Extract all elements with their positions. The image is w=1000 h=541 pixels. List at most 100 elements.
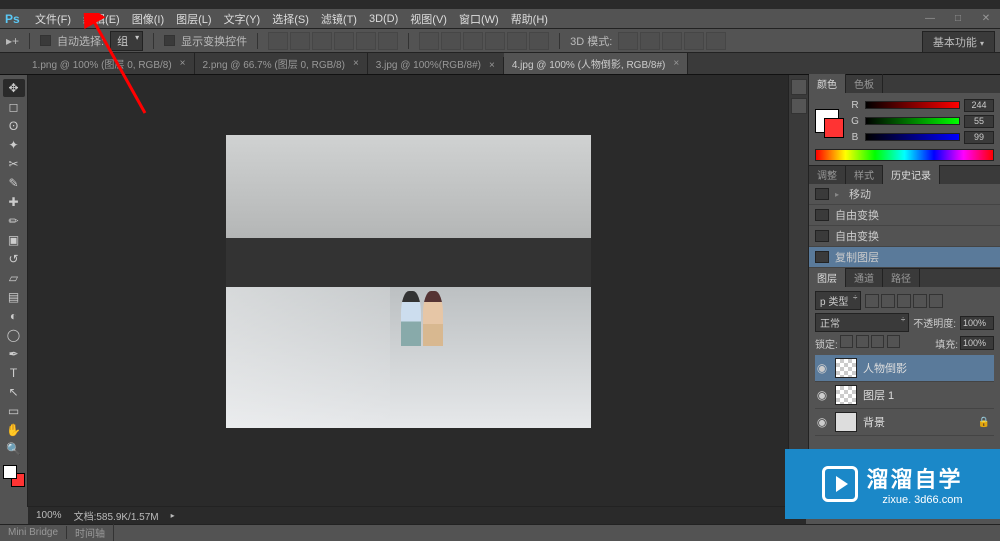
show-transform-checkbox[interactable]	[164, 35, 175, 46]
dock-icon[interactable]	[791, 98, 807, 114]
mode3d-icon[interactable]	[618, 32, 638, 50]
doc-tab-3[interactable]: 3.jpg @ 100%(RGB/8#)×	[368, 57, 504, 74]
visibility-toggle-icon[interactable]: ◉	[815, 415, 829, 429]
b-value[interactable]: 99	[964, 131, 994, 144]
healing-brush-tool[interactable]: ✚	[3, 193, 25, 211]
lock-position-icon[interactable]	[871, 335, 884, 348]
path-tool[interactable]: ↖	[3, 383, 25, 401]
marquee-tool[interactable]: ◻	[3, 98, 25, 116]
layer-thumbnail[interactable]	[835, 385, 857, 405]
layer-name[interactable]: 图层 1	[863, 387, 894, 403]
b-slider[interactable]	[865, 133, 960, 141]
color-preview-swatch[interactable]	[815, 109, 839, 133]
tab-history[interactable]: 历史记录	[883, 165, 940, 184]
align-icon[interactable]	[312, 32, 332, 50]
history-brush-tool[interactable]: ↺	[3, 250, 25, 268]
menu-3d[interactable]: 3D(D)	[363, 11, 404, 27]
distribute-icon[interactable]	[529, 32, 549, 50]
maximize-icon[interactable]: □	[944, 10, 972, 28]
pen-tool[interactable]: ✒	[3, 345, 25, 363]
layer-item[interactable]: ◉ 图层 1	[815, 382, 994, 409]
tab-color[interactable]: 颜色	[809, 74, 846, 93]
mode3d-icon[interactable]	[684, 32, 704, 50]
g-value[interactable]: 55	[964, 115, 994, 128]
layer-name[interactable]: 背景	[863, 414, 885, 430]
filter-icon[interactable]	[881, 294, 895, 308]
tab-close-icon[interactable]: ×	[673, 58, 679, 69]
menu-image[interactable]: 图像(I)	[126, 9, 170, 29]
menu-file[interactable]: 文件(F)	[29, 9, 77, 29]
dodge-tool[interactable]: ◯	[3, 326, 25, 344]
menu-type[interactable]: 文字(Y)	[218, 9, 267, 29]
filter-icon[interactable]	[929, 294, 943, 308]
tab-layers[interactable]: 图层	[809, 268, 846, 287]
layer-thumbnail[interactable]	[835, 358, 857, 378]
mode3d-icon[interactable]	[662, 32, 682, 50]
align-icon[interactable]	[378, 32, 398, 50]
tab-timeline[interactable]: 时间轴	[67, 524, 114, 541]
blur-tool[interactable]: ◐	[3, 307, 25, 325]
zoom-tool[interactable]: 🔍	[3, 440, 25, 458]
r-slider[interactable]	[865, 101, 960, 109]
history-item-active[interactable]: 复制图层	[809, 247, 1000, 268]
zoom-level[interactable]: 100%	[36, 510, 62, 521]
clone-stamp-tool[interactable]: ▣	[3, 231, 25, 249]
layer-item[interactable]: ◉ 人物倒影	[815, 355, 994, 382]
distribute-icon[interactable]	[507, 32, 527, 50]
align-icon[interactable]	[334, 32, 354, 50]
hand-tool[interactable]: ✋	[3, 421, 25, 439]
lock-pixels-icon[interactable]	[856, 335, 869, 348]
menu-help[interactable]: 帮助(H)	[505, 9, 554, 29]
menu-window[interactable]: 窗口(W)	[453, 9, 505, 29]
shape-tool[interactable]: ▭	[3, 402, 25, 420]
close-icon[interactable]: ✕	[972, 10, 1000, 28]
canvas-image[interactable]	[226, 135, 591, 428]
color-spectrum[interactable]	[815, 149, 994, 161]
align-icon[interactable]	[268, 32, 288, 50]
blend-mode-select[interactable]: 正常	[815, 313, 909, 332]
tab-paths[interactable]: 路径	[883, 268, 920, 287]
lock-all-icon[interactable]	[887, 335, 900, 348]
align-icon[interactable]	[356, 32, 376, 50]
doc-tab-2[interactable]: 2.png @ 66.7% (图层 0, RGB/8)×	[195, 53, 368, 74]
menu-select[interactable]: 选择(S)	[266, 9, 315, 29]
doc-tab-1[interactable]: 1.png @ 100% (图层 0, RGB/8)×	[24, 53, 195, 74]
auto-select-dropdown[interactable]: 组	[110, 31, 143, 51]
layer-item[interactable]: ◉ 背景 🔒	[815, 409, 994, 436]
distribute-icon[interactable]	[485, 32, 505, 50]
history-item[interactable]: ▸移动	[809, 184, 1000, 205]
menu-view[interactable]: 视图(V)	[404, 9, 453, 29]
layer-thumbnail[interactable]	[835, 412, 857, 432]
visibility-toggle-icon[interactable]: ◉	[815, 361, 829, 375]
lock-transparent-icon[interactable]	[840, 335, 853, 348]
history-item[interactable]: 自由变换	[809, 205, 1000, 226]
mode3d-icon[interactable]	[706, 32, 726, 50]
foreground-swatch[interactable]	[3, 465, 17, 479]
gradient-tool[interactable]: ▤	[3, 288, 25, 306]
doc-tab-4[interactable]: 4.jpg @ 100% (人物倒影, RGB/8#)×	[504, 52, 688, 74]
tab-close-icon[interactable]: ×	[353, 58, 359, 69]
canvas-area[interactable]	[28, 75, 788, 507]
color-swatches[interactable]	[3, 465, 25, 487]
layer-kind-filter[interactable]: p 类型	[815, 291, 861, 310]
history-item[interactable]: 自由变换	[809, 226, 1000, 247]
eraser-tool[interactable]: ▱	[3, 269, 25, 287]
menu-filter[interactable]: 滤镜(T)	[315, 9, 363, 29]
layer-name[interactable]: 人物倒影	[863, 360, 907, 376]
distribute-icon[interactable]	[441, 32, 461, 50]
doc-size-label[interactable]: 文档:585.9K/1.57M	[74, 508, 159, 523]
eyedropper-tool[interactable]: ✎	[3, 174, 25, 192]
type-tool[interactable]: T	[3, 364, 25, 382]
g-slider[interactable]	[865, 117, 960, 125]
visibility-toggle-icon[interactable]: ◉	[815, 388, 829, 402]
tab-mini-bridge[interactable]: Mini Bridge	[0, 526, 67, 539]
align-icon[interactable]	[290, 32, 310, 50]
auto-select-checkbox[interactable]	[40, 35, 51, 46]
fill-input[interactable]: 100%	[960, 336, 994, 350]
lasso-tool[interactable]: ʘ	[3, 117, 25, 135]
distribute-icon[interactable]	[419, 32, 439, 50]
magic-wand-tool[interactable]: ✦	[3, 136, 25, 154]
tab-styles[interactable]: 样式	[846, 165, 883, 184]
distribute-icon[interactable]	[463, 32, 483, 50]
minimize-icon[interactable]: —	[916, 10, 944, 28]
